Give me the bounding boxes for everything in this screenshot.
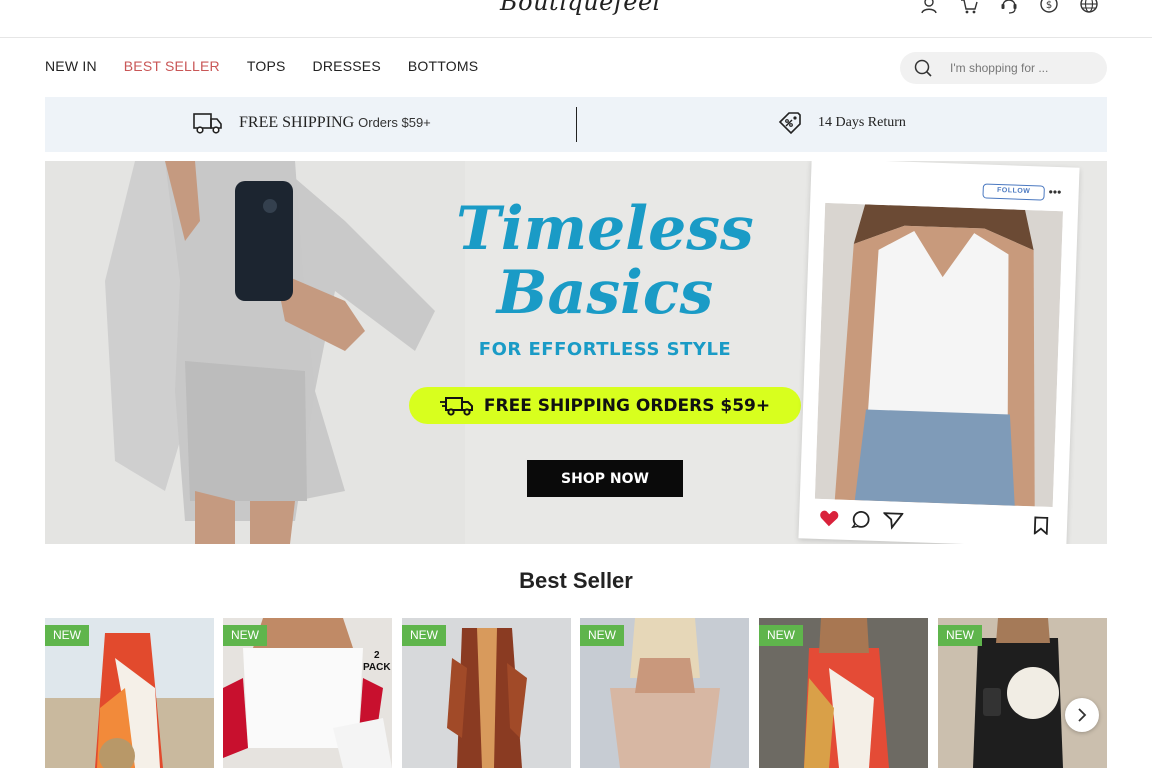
shop-now-button[interactable]: SHOP NOW [527, 460, 683, 497]
post-photo [814, 202, 1064, 508]
nav-item-dresses[interactable]: DRESSES [313, 58, 381, 74]
search-input[interactable] [950, 52, 1100, 84]
free-shipping-text: FREE SHIPPING [239, 114, 355, 131]
hero-title-line-2: Basics [496, 258, 714, 328]
new-badge: NEW [45, 625, 89, 646]
more-options-icon[interactable]: ••• [1048, 185, 1061, 199]
new-badge: NEW [938, 625, 982, 646]
return-policy-info: 14 Days Return [778, 111, 906, 135]
price-tag-icon [778, 112, 801, 135]
new-badge: NEW [402, 625, 446, 646]
social-post-card: FOLLOW ••• [798, 161, 1080, 544]
user-icon[interactable] [920, 0, 938, 14]
search-icon[interactable] [914, 59, 932, 77]
product-card[interactable]: NEW [938, 618, 1107, 768]
product-card[interactable]: NEW 2 PACK [223, 618, 392, 768]
hero-title-line-1: Timeless [456, 194, 754, 264]
site-logo[interactable]: Boutiquefeel [500, 0, 660, 16]
return-policy-text: 14 Days Return [818, 115, 906, 130]
cart-icon[interactable] [960, 0, 978, 14]
currency-icon[interactable]: $ [1040, 0, 1058, 14]
chevron-right-icon [1078, 708, 1087, 722]
free-shipping-pill: FREE SHIPPING ORDERS $59+ [409, 387, 801, 424]
hero-banner[interactable]: Timeless Basics FOR EFFORTLESS STYLE FRE… [45, 161, 1107, 544]
product-card[interactable]: NEW [402, 618, 571, 768]
bookmark-icon[interactable] [1031, 516, 1052, 536]
product-card[interactable]: NEW [759, 618, 928, 768]
section-title-best-seller: Best Seller [519, 568, 633, 593]
comment-icon[interactable] [851, 510, 872, 529]
shipping-divider [576, 107, 577, 142]
product-card[interactable]: NEW [45, 618, 214, 768]
free-shipping-pill-text: FREE SHIPPING ORDERS $59+ [483, 395, 771, 416]
carousel-next-button[interactable] [1065, 698, 1099, 732]
truck-icon [193, 113, 222, 134]
free-shipping-info: FREE SHIPPING Orders $59+ [193, 111, 431, 135]
nav-item-bottoms[interactable]: BOTTOMS [408, 58, 478, 74]
svg-text:$: $ [1046, 0, 1052, 11]
send-icon[interactable] [882, 511, 904, 530]
free-shipping-condition: Orders $59+ [358, 115, 431, 130]
pack-label: 2 PACK [363, 650, 391, 673]
nav-item-best-seller[interactable]: BEST SELLER [124, 58, 220, 74]
nav-item-new-in[interactable]: NEW IN [45, 58, 97, 74]
best-seller-carousel: NEW NEW 2 PACK NEW NEW NEW NEW [45, 618, 1107, 768]
globe-icon[interactable] [1080, 0, 1098, 14]
nav-item-tops[interactable]: TOPS [247, 58, 286, 74]
main-nav: NEW IN BEST SELLER TOPS DRESSES BOTTOMS [45, 58, 478, 74]
new-badge: NEW [759, 625, 803, 646]
headset-icon[interactable] [1000, 0, 1018, 14]
follow-button[interactable]: FOLLOW [982, 183, 1045, 201]
hero-subtitle: FOR EFFORTLESS STYLE [478, 339, 732, 360]
truck-icon [439, 396, 473, 416]
top-header: Boutiquefeel $ [0, 0, 1152, 38]
shipping-info-band: FREE SHIPPING Orders $59+ 14 Days Return [45, 97, 1107, 152]
search-box[interactable] [900, 52, 1107, 84]
new-badge: NEW [223, 625, 267, 646]
header-icon-bar: $ [920, 0, 1098, 14]
product-card[interactable]: NEW [580, 618, 749, 768]
hero-title: Timeless Basics [395, 197, 815, 325]
heart-icon[interactable] [819, 509, 840, 528]
new-badge: NEW [580, 625, 624, 646]
